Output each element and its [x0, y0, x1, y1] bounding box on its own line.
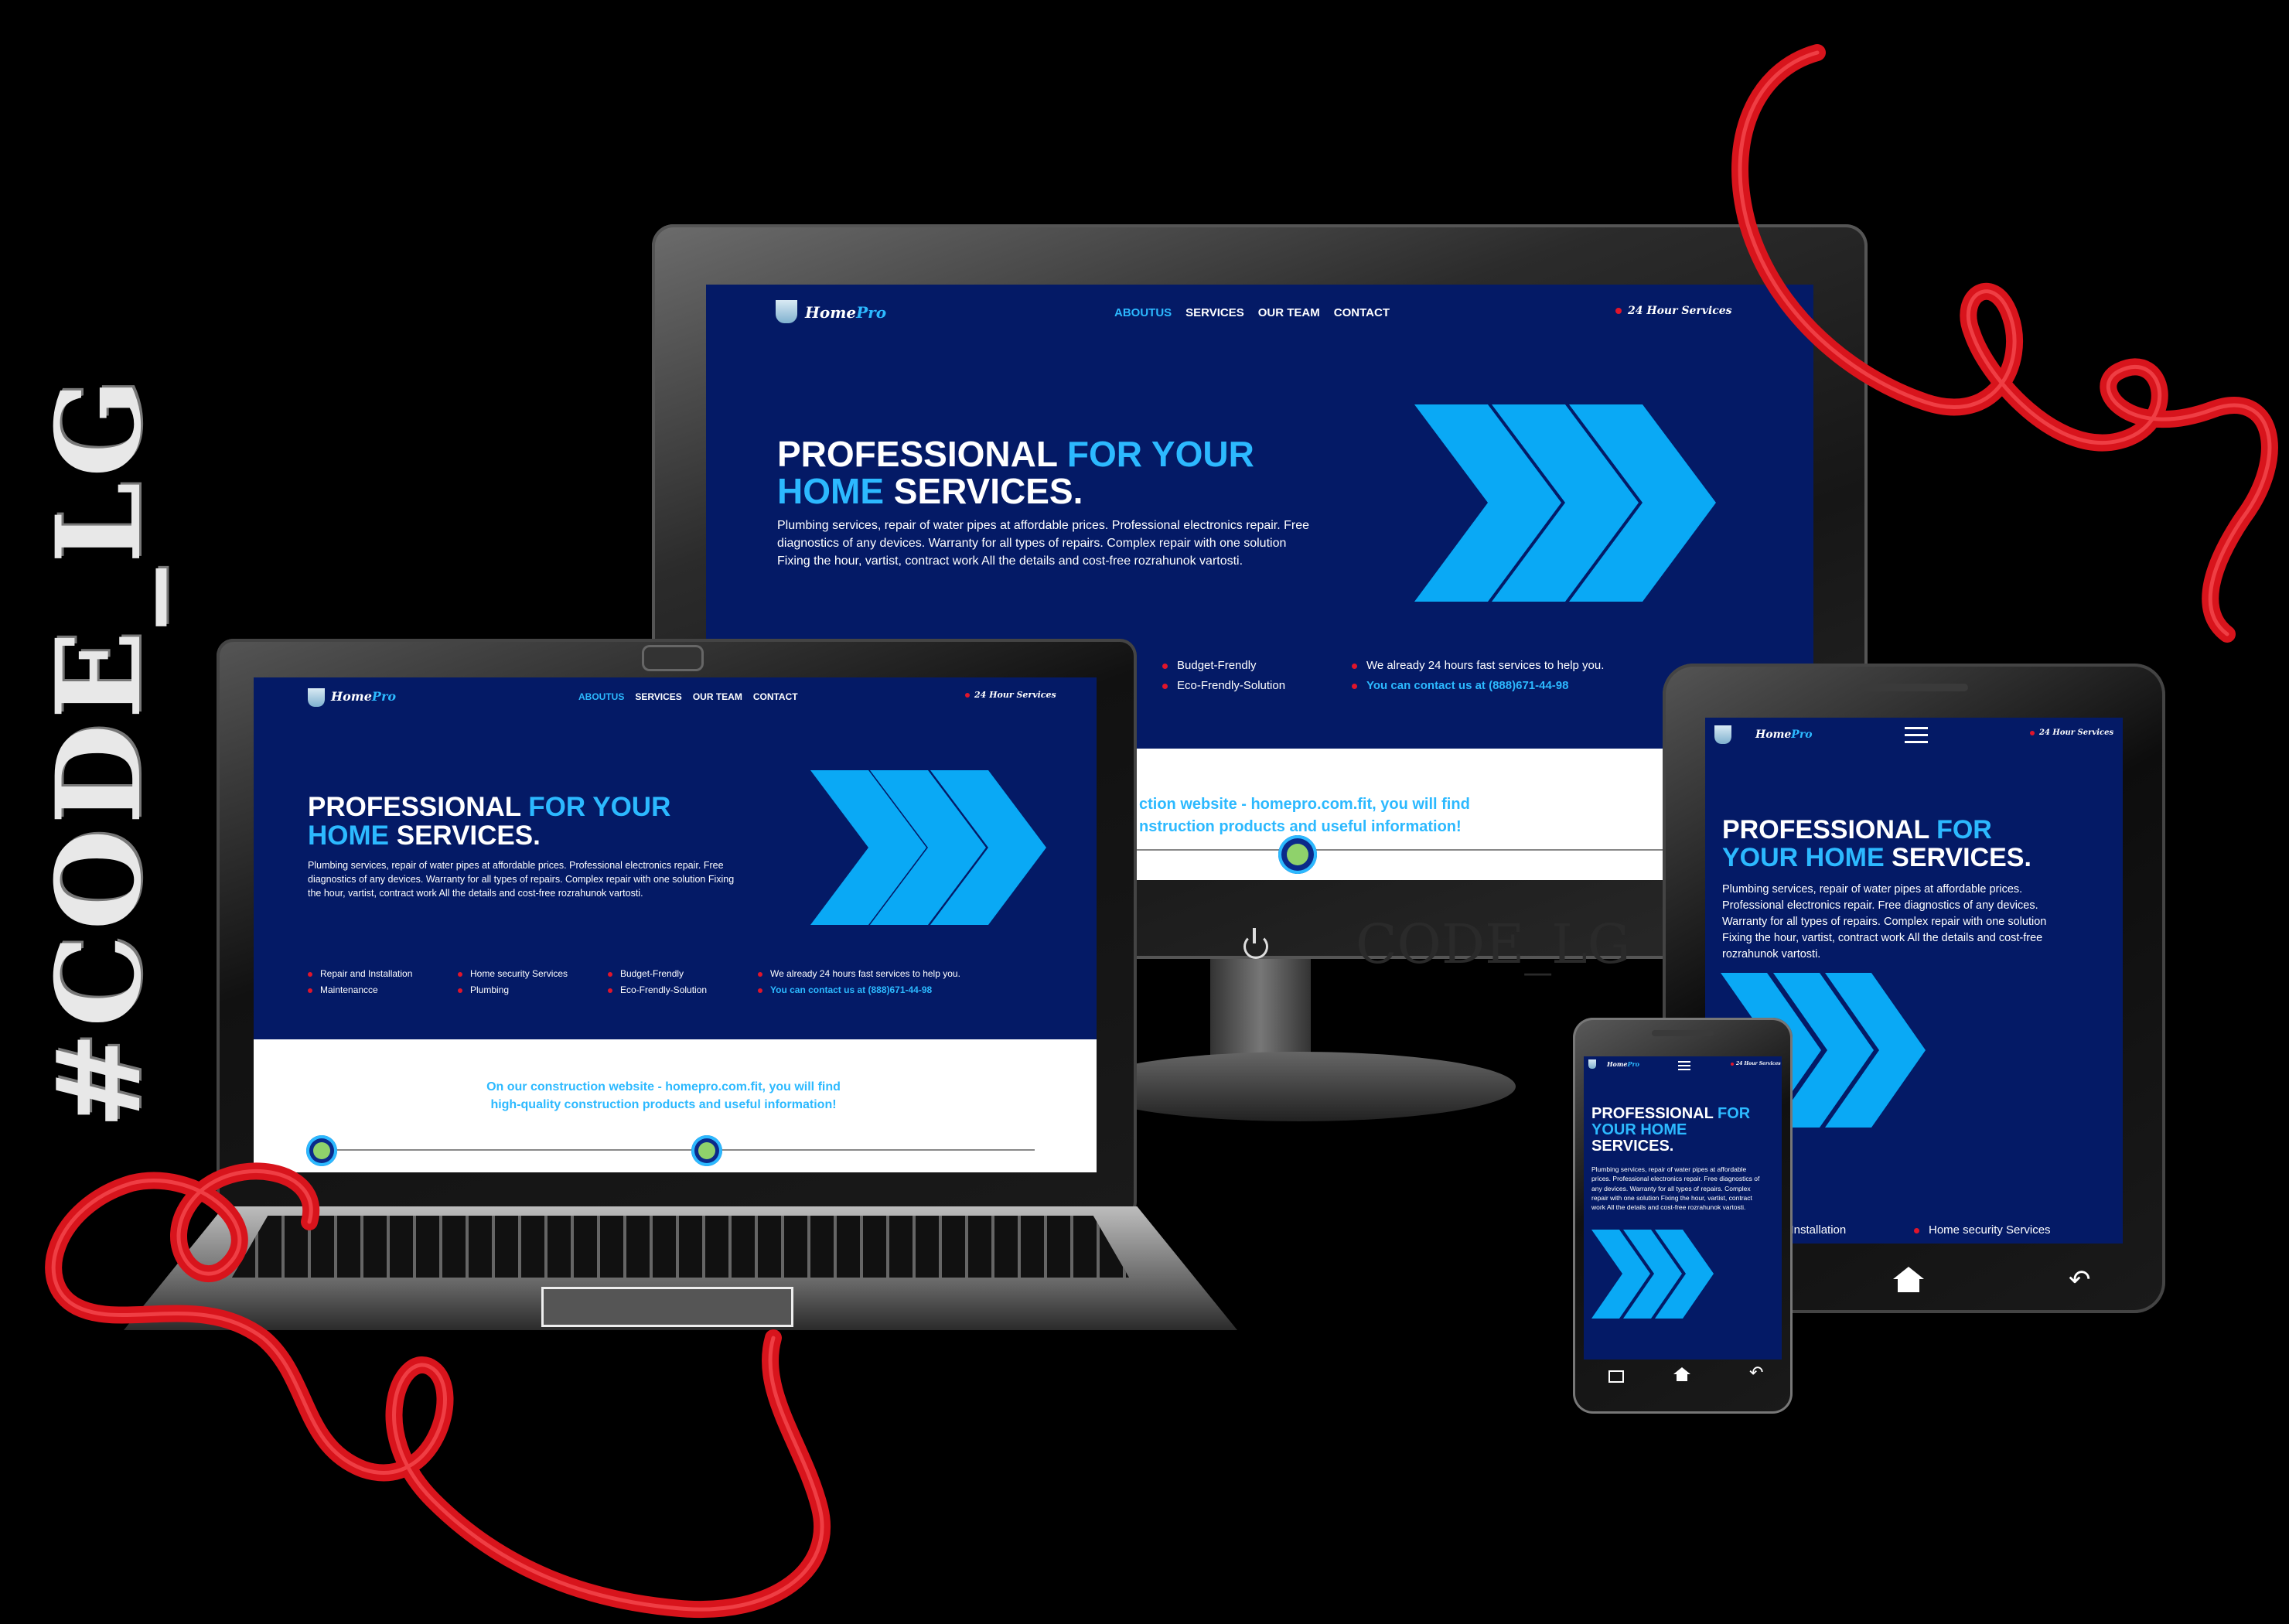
contact-line[interactable]: You can contact us at (888)671-44-98: [758, 984, 932, 995]
feature-repair: Repair and Installation: [308, 968, 412, 979]
arrows-graphic: [1591, 1230, 1714, 1319]
phone-screen: HomePro 24 Hour Services PROFESSIONAL FO…: [1584, 1056, 1782, 1360]
arrows-graphic: [810, 770, 1046, 925]
site-logo[interactable]: HomePro: [1755, 728, 1813, 741]
hero-description: Plumbing services, repair of water pipes…: [777, 519, 1310, 568]
speaker-grille: [1652, 1030, 1714, 1036]
bullet-dot: [1914, 1227, 1919, 1233]
ribbon-bottom-left: [45, 1162, 831, 1619]
bottom-tagline: ction website - homepro.com.fit, you wil…: [1139, 796, 1470, 835]
feature-security: Home security Services: [458, 968, 568, 979]
bullet-dot: [758, 988, 762, 993]
feature-eco: Eco-Frendly-Solution: [1162, 679, 1285, 692]
bullet-dot: [308, 988, 312, 993]
nav-our-team[interactable]: OUR TEAM: [693, 691, 742, 702]
feature-security: Home security Services: [1914, 1223, 2051, 1237]
hero-title: PROFESSIONAL FOR YOUR HOME SERVICES.: [1722, 815, 2031, 872]
menu-icon[interactable]: [1678, 1061, 1690, 1073]
vertical-watermark: #CODE_LG: [31, 374, 167, 1129]
laptop-screen: HomePro ABOUTUS SERVICES OUR TEAM CONTAC…: [254, 677, 1097, 1172]
webcam-icon: [642, 645, 704, 671]
bullet-dot: [1352, 663, 1357, 669]
recent-apps-icon[interactable]: [1608, 1370, 1624, 1383]
hero-title: PROFESSIONAL FOR YOUR HOME SERVICES.: [777, 434, 1254, 512]
feature-budget: Budget-Frendly: [1162, 659, 1257, 672]
monitor-stand-neck: [1210, 959, 1311, 1059]
hours-badge: 24 Hour Services: [1731, 1061, 1781, 1066]
home-icon-base: [1898, 1278, 1919, 1292]
phone: HomePro 24 Hour Services PROFESSIONAL FO…: [1573, 1018, 1793, 1414]
nav-aboutus[interactable]: ABOUTUS: [1114, 306, 1172, 319]
help-line: We already 24 hours fast services to hel…: [1352, 659, 1604, 672]
monitor-watermark: CODE_LG: [1356, 913, 1631, 976]
nav-contact[interactable]: CONTACT: [1334, 306, 1390, 319]
hero-description: Plumbing services, repair of water pipes…: [1591, 1165, 1760, 1212]
laptop-site-top: HomePro ABOUTUS SERVICES OUR TEAM CONTAC…: [254, 677, 1097, 1039]
hero-description: Plumbing services, repair of water pipes…: [308, 860, 735, 899]
feature-eco: Eco-Frendly-Solution: [608, 984, 707, 995]
back-icon[interactable]: ↶: [2069, 1267, 2091, 1293]
power-icon-bar: [1253, 928, 1256, 943]
bullet-dot: [608, 988, 612, 993]
nav-services[interactable]: SERVICES: [635, 691, 681, 702]
feature-maintenance: Maintenancce: [308, 984, 378, 995]
main-nav: ABOUTUS SERVICES OUR TEAM CONTACT: [578, 691, 798, 702]
hero-title: PROFESSIONAL FOR YOUR HOME SERVICES.: [308, 792, 671, 851]
bullet-dot: [1731, 1062, 1734, 1066]
site-logo[interactable]: HomePro: [1607, 1060, 1639, 1068]
feature-budget: Budget-Frendly: [608, 968, 684, 979]
nav-aboutus[interactable]: ABOUTUS: [578, 691, 624, 702]
speaker-grille: [1860, 684, 1968, 691]
cup-icon: [1714, 725, 1731, 744]
nav-services[interactable]: SERVICES: [1185, 306, 1244, 319]
cup-icon: [776, 300, 797, 323]
bullet-dot: [1162, 663, 1168, 669]
hours-badge: 24 Hour Services: [965, 690, 1056, 700]
back-icon[interactable]: ↶: [1749, 1364, 1763, 1381]
bullet-dot: [458, 988, 462, 993]
nav-contact[interactable]: CONTACT: [753, 691, 798, 702]
site-logo[interactable]: HomePro: [805, 303, 886, 322]
ribbon-top-right: [1731, 44, 2278, 643]
home-icon-base: [1677, 1373, 1687, 1381]
bullet-dot: [2030, 730, 2035, 735]
power-icon[interactable]: [1243, 934, 1268, 959]
main-nav: ABOUTUS SERVICES OUR TEAM CONTACT: [1114, 306, 1390, 319]
home-icon[interactable]: [1893, 1267, 1924, 1279]
bullet-dot: [1352, 683, 1357, 689]
feature-plumbing: Plumbing: [458, 984, 509, 995]
bullet-dot: [608, 971, 612, 977]
check-icon: [1278, 835, 1317, 874]
bullet-dot: [758, 971, 762, 977]
help-line: We already 24 hours fast services to hel…: [758, 968, 960, 979]
cup-icon: [308, 688, 325, 707]
bullet-dot: [308, 971, 312, 977]
hours-badge: 24 Hour Services: [2030, 728, 2113, 737]
bullet-dot: [458, 971, 462, 977]
hero-description: Plumbing services, repair of water pipes…: [1722, 883, 2047, 961]
bullet-dot: [1615, 308, 1622, 314]
cup-icon: [1588, 1059, 1596, 1069]
nav-our-team[interactable]: OUR TEAM: [1258, 306, 1320, 319]
monitor-stand-base: [1083, 1052, 1516, 1121]
bottom-tagline: On our construction website - homepro.co…: [486, 1080, 841, 1112]
contact-line[interactable]: You can contact us at (888)671-44-98: [1352, 679, 1569, 692]
site-logo[interactable]: HomePro: [331, 689, 396, 704]
bullet-dot: [965, 693, 970, 698]
hero-title: PROFESSIONAL FOR YOUR HOME SERVICES.: [1591, 1105, 1751, 1155]
bullet-dot: [1162, 683, 1168, 689]
menu-icon[interactable]: [1905, 727, 1928, 748]
